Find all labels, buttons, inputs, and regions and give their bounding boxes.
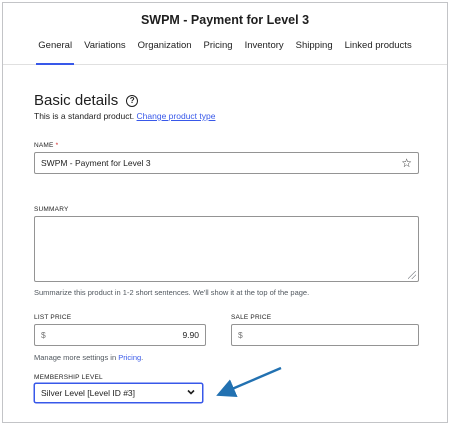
list-price-value: 9.90 [182,330,199,340]
help-icon[interactable]: ? [126,94,139,107]
product-type-note: This is a standard product. Change produ… [34,111,215,121]
standard-product-text: This is a standard product. [34,111,135,121]
currency-symbol: $ [238,330,243,340]
manage-settings-note: Manage more settings in Pricing. [34,353,143,362]
sale-price-input[interactable]: $ [231,324,419,346]
annotation-arrow-icon [216,366,282,398]
product-title: SWPM - Payment for Level 3 [140,13,310,27]
name-value: SWPM - Payment for Level 3 [41,158,151,168]
membership-level-value: Silver Level [Level ID #3] [41,388,136,398]
pricing-link[interactable]: Pricing [118,353,141,362]
chevron-down-icon [187,389,195,395]
required-mark: * [55,142,59,149]
list-price-label: LIST PRICE [34,314,72,321]
list-price-input[interactable]: $ 9.90 [34,324,206,346]
manage-suffix: . [141,353,144,362]
tab-pricing[interactable]: Pricing [198,40,239,65]
manage-text: Manage more settings in [34,353,117,362]
name-label-text: NAME [34,142,54,149]
tab-general[interactable]: General [32,40,78,65]
summary-textarea[interactable] [34,216,419,282]
summary-label: SUMMARY [34,206,69,213]
tab-linked-products[interactable]: Linked products [339,40,418,65]
tab-organization[interactable]: Organization [132,40,198,65]
summary-help-text: Summarize this product in 1-2 short sent… [34,288,310,297]
currency-symbol: $ [41,330,46,340]
tab-bar: General Variations Organization Pricing … [3,40,447,65]
section-heading: Basic details ? [34,92,139,109]
app-frame: SWPM - Payment for Level 3 General Varia… [2,2,448,423]
membership-level-select[interactable]: Silver Level [Level ID #3] [34,383,203,403]
star-icon[interactable]: ☆ [401,156,412,170]
general-panel: Basic details ? This is a standard produ… [3,66,447,422]
membership-level-label: MEMBERSHIP LEVEL [34,374,103,381]
resize-handle[interactable] [408,271,416,279]
tab-inventory[interactable]: Inventory [239,40,290,65]
tab-variations[interactable]: Variations [78,40,132,65]
tab-shipping[interactable]: Shipping [290,40,339,65]
name-input[interactable]: SWPM - Payment for Level 3 ☆ [34,152,419,174]
editor-header: SWPM - Payment for Level 3 General Varia… [3,3,447,65]
basic-details-title: Basic details [34,92,119,109]
change-product-type-link[interactable]: Change product type [137,111,216,121]
sale-price-label: SALE PRICE [231,314,272,321]
name-label: NAME * [34,142,58,149]
